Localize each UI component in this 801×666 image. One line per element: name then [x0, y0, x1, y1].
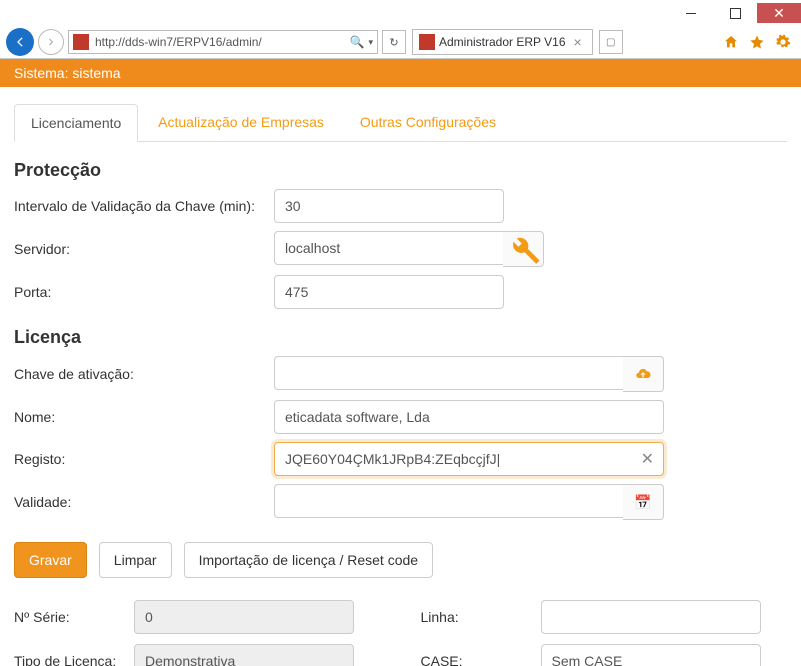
- tab-outras-configuracoes[interactable]: Outras Configurações: [344, 104, 512, 140]
- window-titlebar: ✕: [0, 0, 801, 26]
- address-bar[interactable]: 🔍 ▾: [68, 30, 378, 54]
- section-license-title: Licença: [14, 327, 787, 348]
- interval-label: Intervalo de Validação da Chave (min):: [14, 198, 274, 214]
- wrench-icon: [503, 229, 543, 269]
- name-input[interactable]: [274, 400, 664, 434]
- section-protection-title: Protecção: [14, 160, 787, 181]
- activation-upload-button[interactable]: [623, 356, 664, 392]
- home-icon[interactable]: [723, 34, 739, 50]
- port-label: Porta:: [14, 284, 274, 300]
- clear-button[interactable]: Limpar: [99, 542, 172, 578]
- page-viewport[interactable]: Sistema: sistema Licenciamento Actualiza…: [0, 59, 801, 666]
- favorites-icon[interactable]: [749, 34, 765, 50]
- refresh-button[interactable]: ↻: [382, 30, 406, 54]
- clear-registration-button[interactable]: ✕: [641, 449, 654, 469]
- registration-input[interactable]: [274, 442, 664, 476]
- browser-tab[interactable]: Administrador ERP V16 ×: [412, 29, 593, 55]
- server-input[interactable]: [274, 231, 503, 265]
- line-label: Linha:: [421, 609, 541, 625]
- activation-label: Chave de ativação:: [14, 366, 274, 382]
- validity-input[interactable]: [274, 484, 623, 518]
- tab-title: Administrador ERP V16: [439, 35, 566, 49]
- import-license-button[interactable]: Importação de licença / Reset code: [184, 542, 433, 578]
- window-close-button[interactable]: ✕: [757, 3, 801, 23]
- arrow-right-icon: [46, 37, 56, 47]
- serial-field: 0: [134, 600, 354, 634]
- line-field: [541, 600, 761, 634]
- server-label: Servidor:: [14, 241, 274, 257]
- favicon-icon: [73, 34, 89, 50]
- breadcrumb-header: Sistema: sistema: [0, 59, 801, 87]
- tab-actualizacao-empresas[interactable]: Actualização de Empresas: [142, 104, 340, 140]
- search-icon[interactable]: 🔍: [350, 35, 365, 49]
- calendar-icon: 📅: [634, 494, 651, 511]
- window-minimize-button[interactable]: [669, 3, 713, 23]
- save-button[interactable]: Gravar: [14, 542, 87, 578]
- window-maximize-button[interactable]: [713, 3, 757, 23]
- serial-label: Nº Série:: [14, 609, 134, 625]
- browser-back-button[interactable]: [6, 28, 34, 56]
- server-config-button[interactable]: [503, 231, 544, 267]
- new-tab-button[interactable]: ▢: [599, 30, 623, 54]
- breadcrumb-text: Sistema: sistema: [14, 65, 121, 81]
- validity-label: Validade:: [14, 494, 274, 510]
- license-type-field: Demonstrativa: [134, 644, 354, 666]
- interval-input[interactable]: [274, 189, 504, 223]
- tab-strip: Licenciamento Actualização de Empresas O…: [14, 103, 787, 142]
- case-label: CASE:: [421, 653, 541, 666]
- registration-label: Registo:: [14, 451, 274, 467]
- browser-toolbar: 🔍 ▾ ↻ Administrador ERP V16 × ▢: [0, 26, 801, 59]
- arrow-left-icon: [13, 35, 27, 49]
- cloud-upload-icon: [635, 366, 651, 382]
- activation-input[interactable]: [274, 356, 623, 390]
- browser-forward-button[interactable]: [38, 29, 64, 55]
- dropdown-icon[interactable]: ▾: [368, 37, 373, 48]
- name-label: Nome:: [14, 409, 274, 425]
- port-input[interactable]: [274, 275, 504, 309]
- case-field: Sem CASE: [541, 644, 761, 666]
- gear-icon[interactable]: [775, 34, 791, 50]
- validity-calendar-button[interactable]: 📅: [623, 484, 664, 520]
- license-type-label: Tipo de Licença:: [14, 653, 134, 666]
- url-input[interactable]: [93, 34, 346, 50]
- tab-licenciamento[interactable]: Licenciamento: [14, 104, 138, 142]
- tab-close-button[interactable]: ×: [570, 34, 586, 50]
- tab-favicon-icon: [419, 34, 435, 50]
